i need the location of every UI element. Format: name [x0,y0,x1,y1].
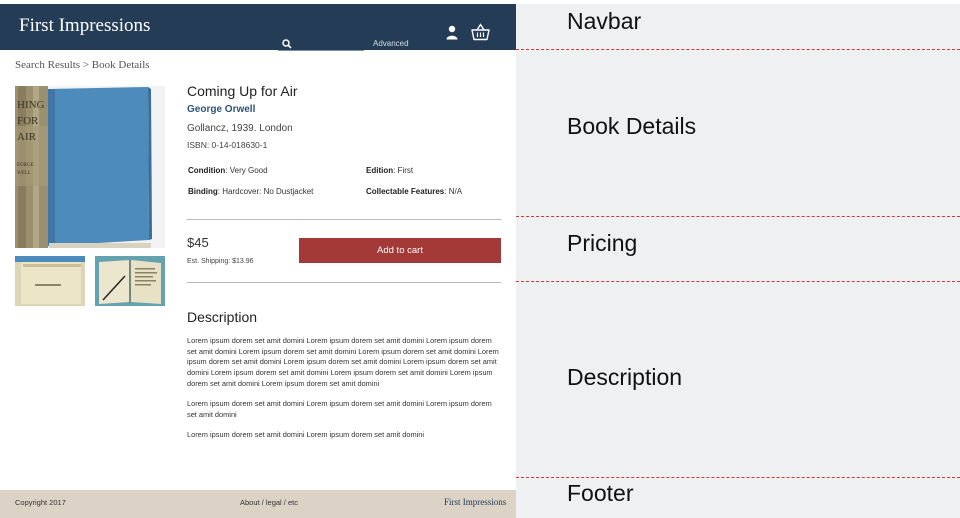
section-separator [516,477,960,478]
svg-text:FOR: FOR [17,115,39,127]
advanced-search-link[interactable]: Advanced [373,39,409,48]
description-paragraph: Lorem ipsum dorem set amit domini Lorem … [187,430,424,439]
divider [187,282,501,283]
book-cover-image[interactable]: HING FOR AIR EORGE WELL [15,86,165,248]
breadcrumb-current: Book Details [91,59,150,71]
book-author-link[interactable]: George Orwell [187,104,255,115]
attribute-label: Edition [366,166,394,175]
attribute-value: : Very Good [225,166,268,175]
svg-text:EORGE: EORGE [17,163,34,168]
section-separator [516,216,960,217]
annotation-description: Description [567,364,683,390]
product-page: First Impressions Advanced Search Result… [0,0,516,518]
description-paragraph: Lorem ipsum dorem set amit domini Lorem … [187,336,499,388]
attribute-condition: Condition: Very Good [188,166,268,175]
svg-text:HING: HING [17,99,45,111]
attribute-edition: Edition: First [366,166,413,175]
annotation-pricing: Pricing [567,230,638,256]
shipping-estimate: Est. Shipping: $13.96 [187,258,254,265]
footer: Copyright 2017 About / legal / etc First… [0,490,516,518]
attribute-value: : First [393,166,414,175]
annotation-navbar: Navbar [567,8,642,34]
annotation-footer: Footer [567,480,634,506]
breadcrumb: Search Results > Book Details [15,59,150,71]
section-separator [516,281,960,282]
attribute-collectable-features: Collectable Features: N/A [366,187,462,196]
book-title: Coming Up for Air [187,83,298,99]
description-heading: Description [187,309,258,325]
annotation-book-details: Book Details [567,113,697,139]
footer-brand[interactable]: First Impressions [444,497,506,507]
search-bar[interactable] [278,37,364,51]
brand-logo[interactable]: First Impressions [19,15,150,37]
book-isbn: ISBN: 0-14-018630-1 [187,140,268,150]
description-paragraph: Lorem ipsum dorem set amit domini Lorem … [187,399,492,419]
attribute-label: Collectable Features [366,187,445,196]
footer-links[interactable]: About / legal / etc [240,498,298,507]
search-icon[interactable] [281,38,293,50]
add-to-cart-button[interactable]: Add to cart [299,238,501,263]
svg-text:WELL: WELL [17,171,31,176]
attribute-label: Condition [188,166,226,175]
breadcrumb-separator: > [80,59,92,71]
basket-icon[interactable] [471,23,490,41]
breadcrumb-link-search-results[interactable]: Search Results [15,59,80,71]
footer-copyright: Copyright 2017 [15,498,66,507]
attribute-binding: Binding: Hardcover: No Dustjacket [188,187,313,196]
svg-text:AIR: AIR [17,131,37,143]
price: $45 [187,235,209,250]
book-thumbnail-2[interactable] [95,256,165,306]
book-publication: Gollancz, 1939. London [187,123,293,134]
attribute-value: : Hardcover: No Dustjacket [217,187,314,196]
divider [187,219,501,220]
annotation-panel: Navbar Book Details Pricing Description … [516,4,960,518]
attribute-value: : N/A [444,187,463,196]
attribute-label: Binding [188,187,218,196]
user-icon[interactable] [445,25,459,40]
section-separator [516,49,960,50]
search-input[interactable] [296,37,362,49]
navbar: First Impressions Advanced [0,4,516,51]
book-thumbnail-1[interactable] [15,256,85,306]
